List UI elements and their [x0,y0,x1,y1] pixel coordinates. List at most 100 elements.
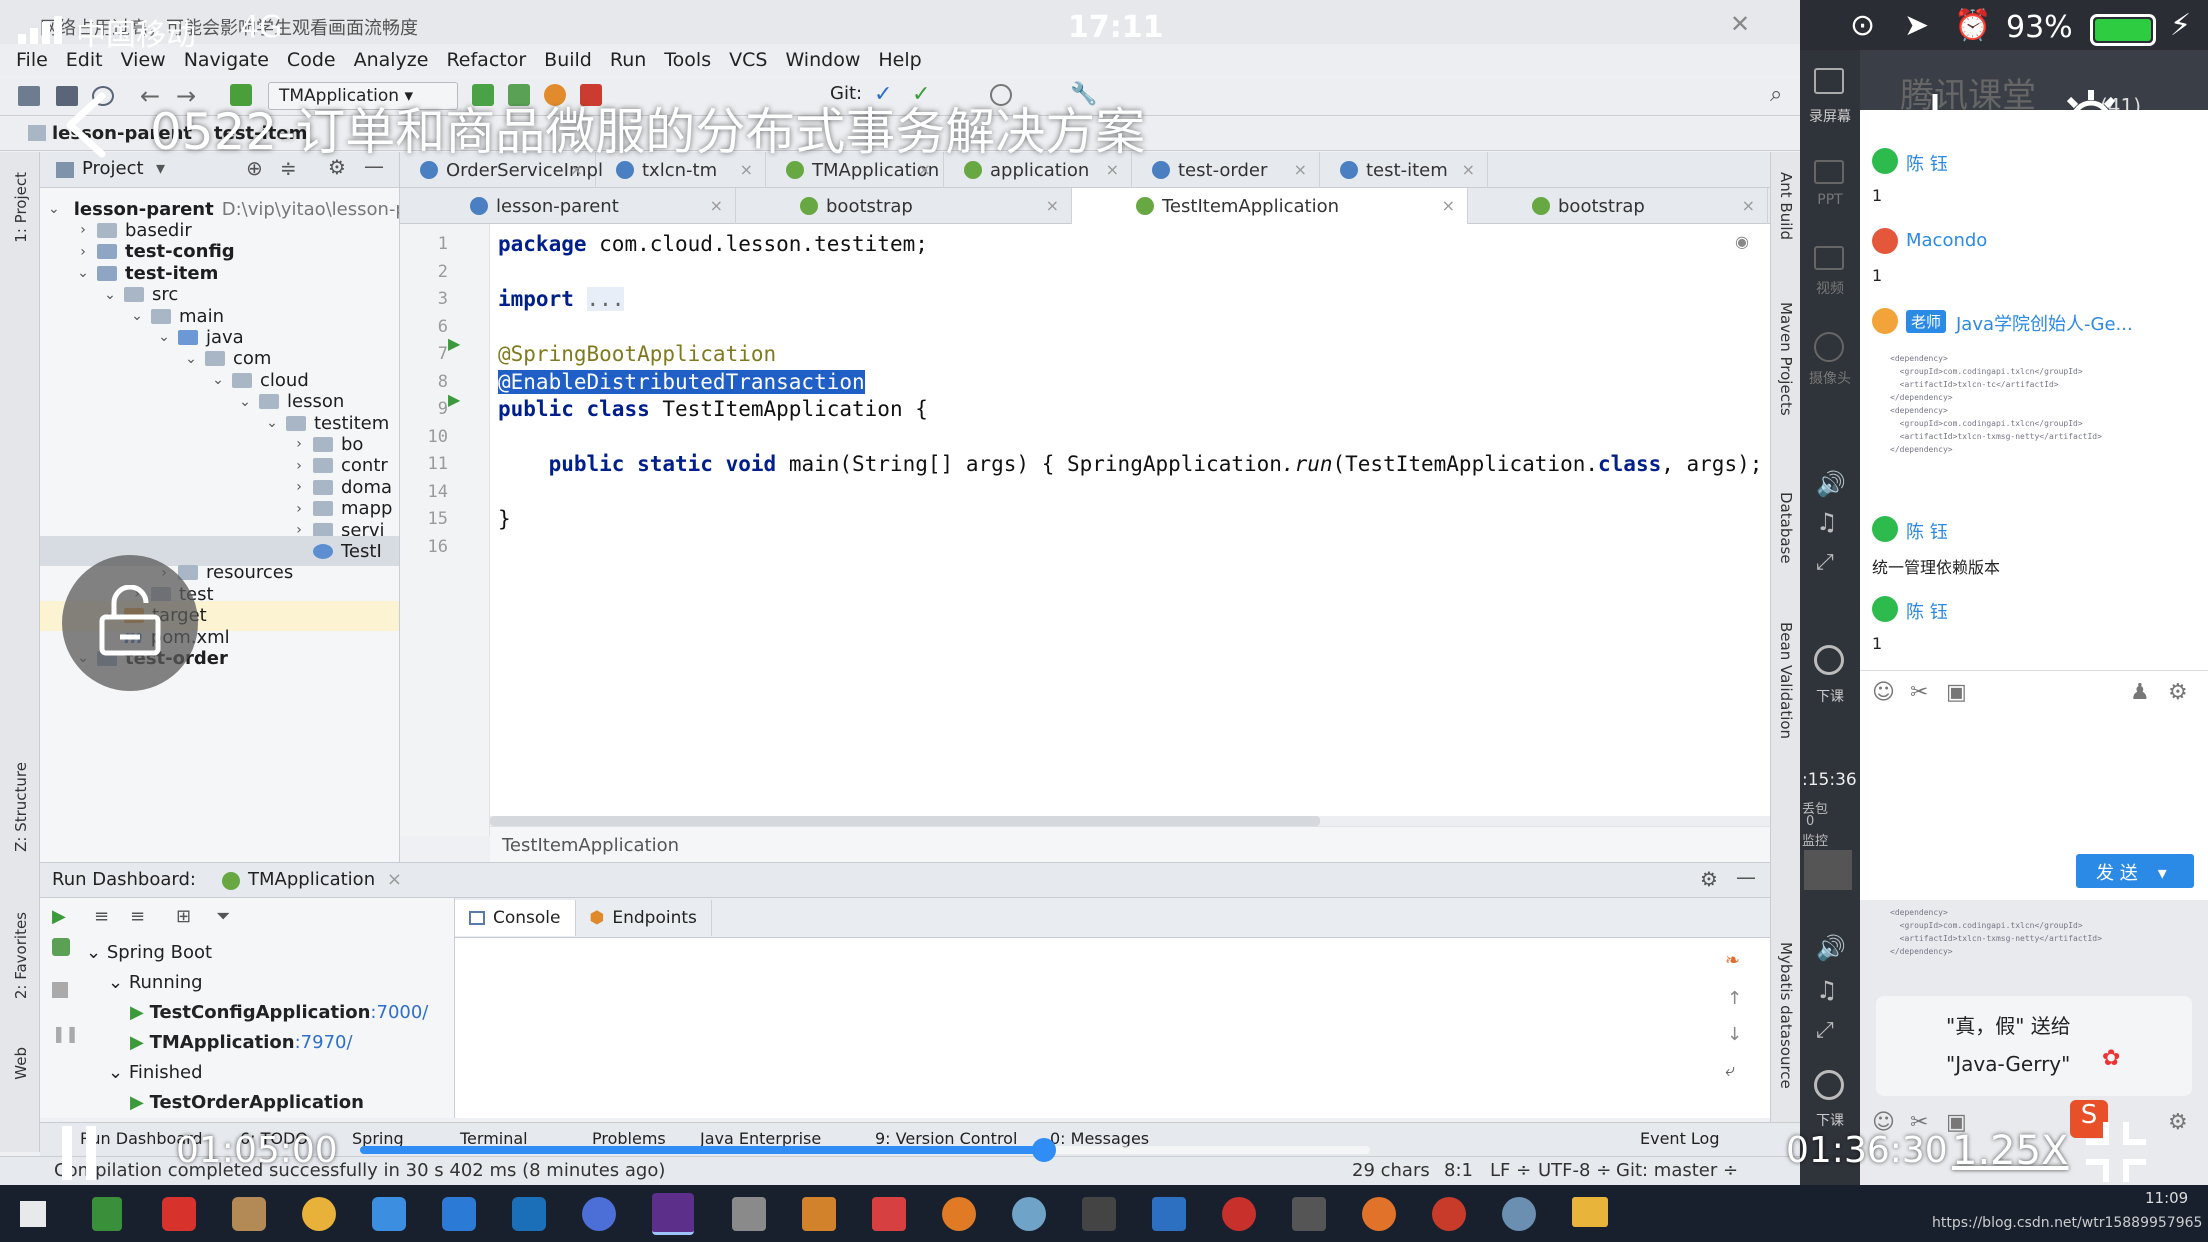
run-tree-item[interactable]: ⌄ Spring Boot [86,942,212,963]
collapse-all-icon[interactable]: ≡ [130,906,145,927]
project-tool-tab[interactable]: 1: Project [12,172,30,243]
status-position[interactable]: 8:1 [1444,1160,1473,1181]
music-icon-2[interactable]: ♫ [1816,976,1838,1004]
chat-gear-icon[interactable]: ⚙ [2168,680,2188,705]
run-settings-icon[interactable]: ⚙ [1700,867,1718,891]
web-tool-tab[interactable]: Web [12,1047,30,1080]
code-snippet-image-2[interactable]: <dependency> <groupId>com.codingapi.txlc… [1890,906,2102,958]
tab-endpoints[interactable]: ⬢ Endpoints [576,899,712,936]
chevron-down-icon[interactable]: ⌄ [86,942,107,963]
run-config-tab[interactable]: TMApplication × [216,869,546,897]
playback-speed[interactable]: 1.25X [1952,1128,2068,1174]
chat-name-3[interactable]: Java学院创始人-Ge... [1956,310,2133,336]
pause-icon[interactable] [62,1126,98,1180]
code-line[interactable]: public static void main(String[] args) {… [498,452,1770,476]
app-icon-7[interactable] [732,1197,766,1231]
status-encoding[interactable]: UTF-8 ÷ [1538,1160,1611,1181]
screen-lock-button[interactable] [62,555,198,691]
folder-open-icon[interactable] [18,86,40,106]
running-app-icon[interactable]: ▶ [130,1032,150,1053]
scissors-icon[interactable]: ✂ [1910,680,1928,705]
scroll-down-icon[interactable]: ↓ [1727,1024,1742,1045]
database-tool-tab[interactable]: Database [1777,492,1795,564]
close-tab-icon[interactable]: × [1462,160,1475,179]
chat-name-4[interactable]: 陈 钰 [1906,518,1948,544]
editor-breadcrumb[interactable]: TestItemApplication [490,826,1770,862]
structure-tool-tab[interactable]: Z: Structure [12,762,30,852]
close-tab-icon[interactable]: × [710,196,723,215]
tool-tab[interactable]: Event Log [1640,1129,1720,1148]
close-tab-icon[interactable]: × [1742,196,1755,215]
run-tree-item[interactable]: ▶ TestConfigApplication:7000/ [130,1002,428,1023]
screen-record-icon[interactable] [1814,68,1844,94]
eye-icon[interactable]: ◉ [1735,232,1749,251]
project-panel-title[interactable]: Project [82,158,144,179]
scroll-thumb[interactable] [490,816,1320,826]
chat-gear-icon-2[interactable]: ⚙ [2168,1110,2188,1135]
run-tree-item[interactable]: ▶ TMApplication:7970/ [130,1032,353,1053]
editor-tab[interactable]: test-order × [1132,152,1320,188]
code-line[interactable]: package com.cloud.lesson.testitem; [498,232,928,256]
image-icon[interactable]: ▣ [1946,680,1967,705]
search-icon[interactable]: ⌕ [1770,82,1782,107]
editor-tab[interactable]: lesson-parent × [400,188,736,224]
stop-button[interactable] [52,982,68,998]
expand-icon-2[interactable]: ⤢ [1816,1018,1834,1043]
app-icon-11[interactable] [1082,1197,1116,1231]
status-git-branch[interactable]: Git: master ÷ [1616,1160,1738,1181]
tab-console[interactable]: Console [455,899,576,936]
chat-name-2[interactable]: Macondo [1906,230,1987,251]
mybatis-tool-tab[interactable]: Mybatis datasource [1777,942,1795,1089]
code-line[interactable]: public class TestItemApplication { [498,397,928,421]
app-icon-4[interactable] [442,1197,476,1231]
app-icon-14[interactable] [1292,1197,1326,1231]
editor-tab[interactable]: TestItemApplication × [1072,188,1468,224]
editor-tab[interactable]: test-item × [1320,152,1488,188]
chat-name-1[interactable]: 陈 钰 [1906,150,1948,176]
volume-icon[interactable]: 🔊 [1816,470,1846,498]
volume-icon-2[interactable]: 🔊 [1816,934,1846,962]
maven-tool-tab[interactable]: Maven Projects [1777,302,1795,416]
status-line-sep[interactable]: LF ÷ [1490,1160,1531,1181]
app-icon-2[interactable] [232,1197,266,1231]
code-line[interactable]: @EnableDistributedTransaction [498,369,865,394]
app-icon-9[interactable] [942,1197,976,1231]
run-tree-item[interactable]: ⌄ Running [108,972,203,993]
debug-button[interactable] [52,938,70,956]
ant-build-tool-tab[interactable]: Ant Build [1777,172,1795,240]
app-icon-10[interactable] [1012,1197,1046,1231]
emoji-icon[interactable]: ☺ [1872,680,1895,705]
soft-wrap-icon[interactable]: ⤶ [1725,1060,1735,1081]
music-icon[interactable]: ♫ [1816,508,1838,536]
close-tab-icon[interactable]: × [1442,196,1455,215]
run-minimize-icon[interactable]: — [1736,865,1756,889]
run-gutter-icon-1[interactable]: ▶ [448,334,460,353]
code-snippet-image[interactable]: <dependency> <groupId>com.codingapi.txlc… [1890,352,2102,456]
horizontal-scrollbar[interactable] [490,816,1770,826]
end-class-icon[interactable] [1814,645,1844,675]
ppt-icon[interactable] [1814,160,1844,184]
app-icon-13[interactable] [1222,1197,1256,1231]
running-app-icon[interactable]: ▶ [130,1092,150,1113]
file-explorer-icon[interactable] [1572,1197,1608,1227]
expand-icon[interactable]: ⤢ [1816,550,1834,575]
download-icon[interactable] [1905,88,1965,148]
code-line[interactable]: } [498,507,511,531]
scroll-up-icon[interactable]: ↑ [1727,988,1742,1009]
chevron-down-icon[interactable]: ⌄ [108,972,129,993]
windows-start-icon[interactable] [20,1201,46,1227]
chat-name-5[interactable]: 陈 钰 [1906,598,1948,624]
pause-button[interactable]: ❚❚ [52,1024,79,1043]
filter-icon[interactable]: ⏷ [216,906,230,927]
app-icon-8[interactable] [872,1197,906,1231]
run-tree-item[interactable]: ▶ TestOrderApplication [130,1092,364,1113]
app-icon-16[interactable] [1502,1197,1536,1231]
close-tab-icon[interactable]: × [1294,160,1307,179]
user-settings-icon[interactable]: ♟ [2130,680,2150,705]
end-class-icon-2[interactable] [1814,1070,1844,1100]
camera-icon[interactable] [1814,332,1844,362]
spring-boot-icon[interactable]: ❧ [1725,950,1740,971]
app-icon-5[interactable] [512,1197,546,1231]
expand-all-icon[interactable]: ≡ [94,906,109,927]
settings-icon[interactable] [2058,88,2124,154]
